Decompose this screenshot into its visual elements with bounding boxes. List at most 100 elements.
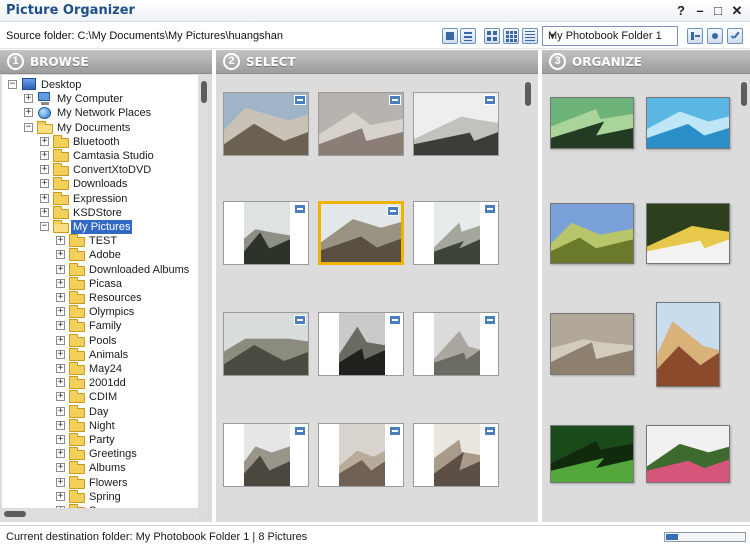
scroll-thumb[interactable] [4, 511, 26, 517]
rotate-badge-icon[interactable] [387, 206, 399, 216]
scroll-thumb[interactable] [525, 82, 531, 106]
close-button[interactable]: ✕ [728, 2, 746, 20]
panel-title: BROWSE [30, 55, 89, 69]
folder-tree[interactable]: − Desktop + My Computer + My Network Places − M… [2, 75, 198, 508]
collapse-icon[interactable]: − [40, 222, 49, 231]
settings-icon[interactable] [707, 28, 723, 44]
photo-thumbnail[interactable] [318, 201, 404, 265]
rotate-badge-icon[interactable] [484, 426, 496, 436]
expand-icon[interactable]: + [56, 349, 65, 359]
select-vertical-scrollbar[interactable] [524, 78, 532, 518]
photo-thumbnail[interactable] [318, 423, 404, 487]
rotate-badge-icon[interactable] [484, 95, 496, 105]
photo-thumbnail[interactable] [223, 423, 309, 487]
scroll-thumb[interactable] [741, 82, 747, 106]
collapse-icon[interactable]: − [8, 80, 17, 89]
photo-thumbnail[interactable] [318, 92, 404, 156]
organized-photo[interactable] [550, 425, 634, 483]
tree-item-label: Day [89, 405, 109, 418]
collapse-icon[interactable]: − [24, 122, 33, 132]
import-icon[interactable] [687, 28, 703, 44]
folder-icon [69, 418, 85, 432]
expand-icon[interactable]: + [56, 491, 65, 501]
expand-icon[interactable]: + [24, 108, 33, 118]
photo-thumbnail[interactable] [413, 312, 499, 376]
rotate-badge-icon[interactable] [294, 95, 306, 105]
tree-horizontal-scrollbar[interactable] [2, 509, 198, 519]
rotate-badge-icon[interactable] [294, 426, 306, 436]
rotate-badge-icon[interactable] [484, 315, 496, 325]
rotate-badge-icon[interactable] [484, 204, 496, 214]
expand-icon[interactable]: + [56, 236, 65, 246]
maximize-button[interactable]: □ [709, 2, 727, 20]
tree-item-label: Pools [89, 334, 117, 347]
expand-icon[interactable]: + [40, 207, 49, 217]
expand-icon[interactable]: + [56, 293, 65, 302]
expand-icon[interactable]: + [40, 193, 49, 203]
organized-photo[interactable] [550, 313, 634, 375]
expand-icon[interactable]: + [56, 477, 65, 487]
expand-icon[interactable]: + [56, 364, 65, 373]
view-list-icon[interactable] [460, 28, 476, 44]
tree-vertical-scrollbar[interactable] [200, 75, 208, 508]
expand-icon[interactable]: + [24, 94, 33, 104]
checkmark-icon[interactable] [727, 28, 743, 44]
rotate-badge-icon[interactable] [294, 204, 306, 214]
expand-icon[interactable]: + [40, 151, 49, 160]
organize-vertical-scrollbar[interactable] [740, 78, 748, 518]
select-header: 2 SELECT [216, 50, 538, 74]
photo-thumbnail[interactable] [413, 201, 499, 265]
app-title: Picture Organizer [6, 3, 135, 18]
expand-icon[interactable]: + [56, 406, 65, 416]
organized-photo[interactable] [646, 425, 730, 483]
tree-item-label: Albums [89, 462, 126, 475]
expand-icon[interactable]: + [56, 307, 65, 317]
rotate-badge-icon[interactable] [389, 426, 401, 436]
organized-photo[interactable] [646, 203, 730, 264]
expand-icon[interactable]: + [56, 449, 65, 459]
photo-thumbnail[interactable] [223, 312, 309, 376]
browse-header: 1 BROWSE [0, 50, 212, 74]
expand-icon[interactable]: + [56, 435, 65, 444]
grid-4x4-icon[interactable] [522, 28, 538, 44]
tree-item-label: Olympics [89, 306, 135, 319]
organized-photo[interactable] [550, 97, 634, 149]
expand-icon[interactable]: + [40, 179, 49, 189]
expand-icon[interactable]: + [56, 250, 65, 260]
scroll-thumb[interactable] [201, 81, 207, 103]
view-large-icon[interactable] [442, 28, 458, 44]
expand-icon[interactable]: + [56, 321, 65, 331]
photo-image [339, 424, 385, 486]
desktop-icon [21, 78, 37, 91]
photo-image [244, 202, 290, 264]
organized-photo[interactable] [550, 203, 634, 264]
expand-icon[interactable]: + [56, 378, 65, 388]
expand-icon[interactable]: + [56, 420, 65, 430]
folder-icon [69, 319, 85, 333]
expand-icon[interactable]: + [56, 392, 65, 402]
help-button[interactable]: ? [672, 2, 690, 20]
expand-icon[interactable]: + [56, 264, 65, 274]
organized-photo[interactable] [656, 302, 720, 387]
rotate-badge-icon[interactable] [294, 315, 306, 325]
organized-photo[interactable] [646, 97, 730, 149]
photo-thumbnail[interactable] [223, 201, 309, 265]
minimize-button[interactable]: – [691, 2, 709, 20]
grid-3x3-icon[interactable] [503, 28, 519, 44]
rotate-badge-icon[interactable] [389, 95, 401, 105]
expand-icon[interactable]: + [56, 335, 65, 345]
expand-icon[interactable]: + [56, 463, 65, 473]
photo-thumbnail[interactable] [223, 92, 309, 156]
grid-2x2-icon[interactable] [484, 28, 500, 44]
folder-icon [69, 489, 85, 503]
expand-icon[interactable]: + [56, 278, 65, 288]
photo-thumbnail[interactable] [413, 423, 499, 487]
destination-folder-select[interactable]: My Photobook Folder 1 ▼ [542, 26, 678, 46]
expand-icon[interactable]: + [56, 506, 65, 508]
expand-icon[interactable]: + [40, 136, 49, 146]
expand-icon[interactable]: + [40, 165, 49, 175]
photo-thumbnail[interactable] [413, 92, 499, 156]
photo-thumbnail[interactable] [318, 312, 404, 376]
folder-icon [53, 163, 69, 177]
rotate-badge-icon[interactable] [389, 315, 401, 325]
